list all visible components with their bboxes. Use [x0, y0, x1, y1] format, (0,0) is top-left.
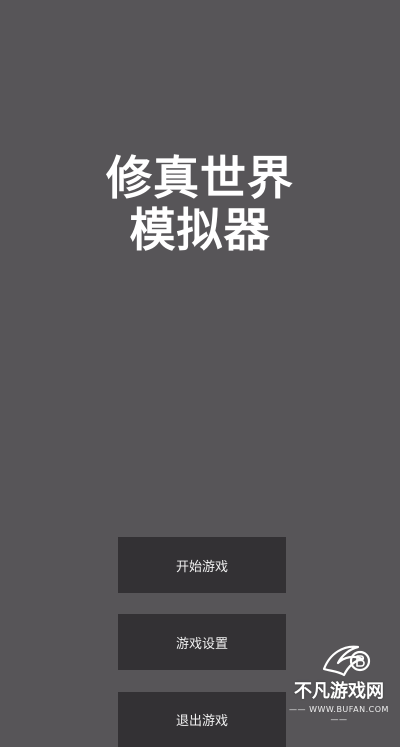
game-title-line-2: 模拟器 [129, 203, 271, 257]
exit-game-label: 退出游戏 [175, 714, 228, 729]
game-title-line-1: 修真世界 [106, 151, 294, 205]
game-title: 修真世界 模拟器 [0, 152, 400, 256]
exit-game-button[interactable]: 退出游戏 [118, 692, 286, 747]
watermark-site-name: 不凡游戏网 [294, 681, 384, 702]
watermark-site-url: —— WWW.BUFAN.COM —— [289, 705, 389, 724]
site-watermark: 不凡游戏网 —— WWW.BUFAN.COM —— [284, 639, 394, 731]
game-settings-label: 游戏设置 [175, 636, 228, 652]
game-settings-button[interactable]: 游戏设置 [118, 614, 286, 670]
start-game-button[interactable]: 开始游戏 [118, 537, 286, 593]
game-main-menu-screen: 修真世界 模拟器 开始游戏 游戏设置 退出游戏 不凡游戏网 —— WWW.BUF… [0, 0, 400, 747]
start-game-label: 开始游戏 [175, 559, 228, 575]
bufan-logo-icon [322, 645, 371, 677]
